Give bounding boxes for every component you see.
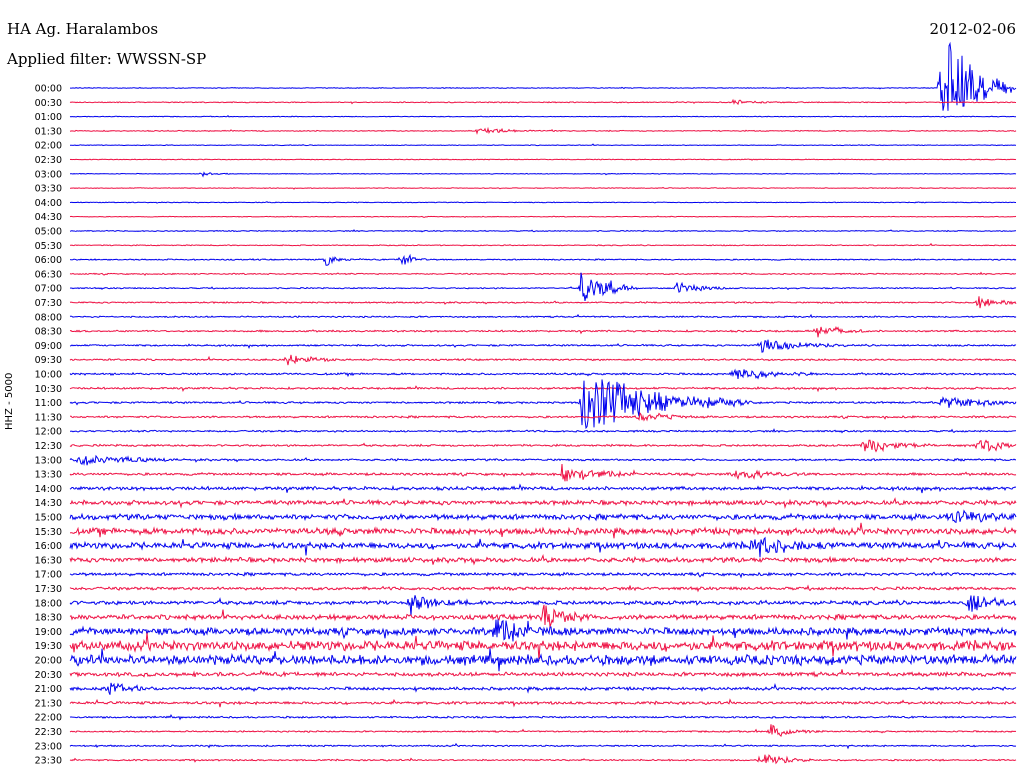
- time-tick-label: 21:30: [35, 698, 62, 709]
- trace-line-2100: [69, 682, 1017, 695]
- time-tick-label: 14:00: [35, 484, 62, 495]
- time-tick-label: 04:30: [35, 212, 62, 223]
- time-tick-label: 07:00: [35, 284, 62, 295]
- trace-line-0130: [69, 126, 1017, 135]
- time-tick-label: 02:00: [35, 141, 62, 152]
- time-tick-label: 03:00: [35, 169, 62, 180]
- trace-line-0000: [70, 41, 1017, 111]
- trace-line-2300: [69, 742, 1017, 750]
- time-tick-label: 17:00: [35, 570, 62, 581]
- trace-line-1830: [69, 604, 1017, 628]
- trace-line-0630: [69, 271, 1017, 276]
- trace-line-0730: [69, 296, 1017, 309]
- time-tick-label: 13:30: [35, 470, 62, 481]
- trace-line-2130: [69, 698, 1017, 708]
- trace-line-1200: [70, 428, 1017, 434]
- trace-line-1730: [69, 584, 1017, 593]
- trace-line-1100: [69, 379, 1017, 430]
- trace-line-1030: [69, 385, 1017, 393]
- trace-line-2000: [69, 648, 1017, 672]
- time-tick-label: 10:00: [35, 370, 62, 381]
- time-tick-label: 01:00: [35, 112, 62, 123]
- trace-line-1900: [69, 619, 1017, 642]
- trace-line-1430: [69, 497, 1017, 510]
- trace-line-2330: [69, 754, 1017, 765]
- time-tick-label: 08:00: [35, 312, 62, 323]
- trace-line-2030: [69, 669, 1016, 678]
- time-tick-label: 09:30: [35, 355, 62, 366]
- time-tick-label: 16:00: [35, 541, 62, 552]
- time-tick-label: 11:00: [35, 398, 62, 409]
- time-tick-label: 22:00: [35, 713, 62, 724]
- time-tick-label: 06:30: [35, 269, 62, 280]
- trace-line-1300: [69, 454, 1017, 466]
- trace-line-1630: [69, 554, 1017, 566]
- time-tick-label: 20:00: [35, 656, 62, 667]
- time-tick-label: 23:30: [35, 756, 62, 767]
- trace-line-0600: [69, 253, 1017, 266]
- trace-line-0800: [69, 313, 1017, 319]
- time-tick-label: 07:30: [35, 298, 62, 309]
- time-tick-label: 18:00: [35, 598, 62, 609]
- trace-line-2230: [69, 724, 1017, 738]
- trace-line-1600: [69, 536, 1017, 558]
- time-tick-label: 08:30: [35, 327, 62, 338]
- time-tick-label: 05:30: [35, 241, 62, 252]
- time-tick-label: 12:30: [35, 441, 62, 452]
- trace-line-0900: [69, 339, 1017, 353]
- trace-line-0430: [69, 215, 1017, 219]
- trace-line-0500: [69, 229, 1016, 233]
- time-tick-label: 06:00: [35, 255, 62, 266]
- trace-line-0830: [69, 326, 1017, 338]
- trace-line-1130: [69, 412, 1017, 422]
- trace-line-2200: [69, 714, 1017, 721]
- trace-line-1530: [69, 522, 1017, 539]
- seismogram-plot: 00:00 00:30 01:00 01:30 02:00 02:30 03:00 03:30…: [35, 41, 1017, 767]
- time-tick-label: 09:00: [35, 341, 62, 352]
- time-tick-label: 00:30: [35, 98, 62, 109]
- time-tick-label: 23:00: [35, 741, 62, 752]
- trace-line-0230: [69, 158, 1017, 161]
- trace-line-0700: [69, 272, 1017, 301]
- trace-line-0400: [69, 201, 1016, 204]
- trace-line-0200: [70, 143, 1017, 147]
- trace-line-0930: [69, 354, 1017, 366]
- time-tick-label: 04:00: [35, 198, 62, 209]
- time-tick-label: 20:30: [35, 670, 62, 681]
- time-tick-label: 19:30: [35, 641, 62, 652]
- time-tick-label: 05:00: [35, 227, 62, 238]
- trace-line-0330: [70, 186, 1017, 190]
- time-tick-label: 22:30: [35, 727, 62, 738]
- time-tick-label: 00:00: [35, 84, 62, 95]
- time-tick-label: 10:30: [35, 384, 62, 395]
- time-tick-label: 01:30: [35, 126, 62, 137]
- time-tick-label: 15:00: [35, 513, 62, 524]
- trace-line-0100: [69, 115, 1017, 119]
- time-tick-label: 16:30: [35, 555, 62, 566]
- trace-line-1500: [69, 509, 1017, 524]
- trace-line-1700: [69, 571, 1017, 579]
- time-tick-label: 13:00: [35, 455, 62, 466]
- time-tick-label: 03:30: [35, 184, 62, 195]
- time-tick-label: 11:30: [35, 412, 62, 423]
- time-tick-label: 17:30: [35, 584, 62, 595]
- time-tick-label: 18:30: [35, 613, 62, 624]
- time-tick-label: 19:00: [35, 627, 62, 638]
- trace-line-0530: [69, 242, 1017, 247]
- trace-line-1400: [69, 483, 1017, 494]
- time-tick-label: 21:00: [35, 684, 62, 695]
- trace-line-1330: [69, 463, 1017, 482]
- trace-line-0030: [69, 98, 1016, 106]
- trace-line-1000: [69, 368, 1017, 380]
- time-tick-label: 15:30: [35, 527, 62, 538]
- trace-line-1230: [69, 439, 1017, 453]
- time-tick-label: 12:00: [35, 427, 62, 438]
- time-tick-label: 14:30: [35, 498, 62, 509]
- time-tick-label: 02:30: [35, 155, 62, 166]
- trace-line-0300: [70, 171, 1017, 178]
